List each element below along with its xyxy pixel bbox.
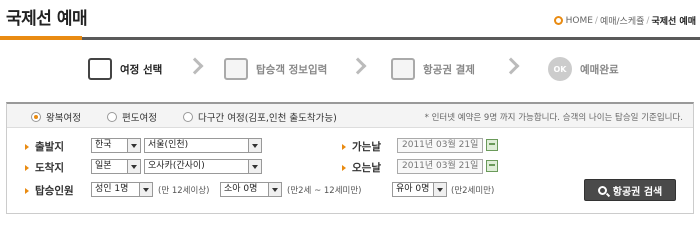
radio-round-trip[interactable]: 왕복여정	[31, 110, 81, 124]
step-payment: 항공권 결제	[391, 54, 475, 84]
route-sign-icon	[88, 58, 112, 80]
bullet-arrow-icon	[342, 143, 346, 150]
infant-count-select[interactable]: 유아 0명	[392, 182, 447, 197]
title-underline-accent	[0, 36, 82, 40]
step-label: 항공권 결제	[423, 63, 475, 76]
departure-label-text: 출발지	[35, 141, 64, 153]
chevron-down-icon	[127, 139, 140, 152]
ticket-icon	[391, 58, 415, 80]
radio-multi-city[interactable]: 다구간 여정(김포,인천 출도착가능)	[183, 110, 337, 124]
bullet-arrow-icon	[25, 164, 29, 171]
radio-dot	[183, 112, 193, 122]
child-count-value: 소아 0명	[224, 184, 258, 194]
step-label: 예매완료	[580, 63, 619, 76]
radio-dot	[31, 112, 41, 122]
return-date-label-text: 오는날	[352, 162, 381, 174]
departure-country-select[interactable]: 한국	[91, 138, 141, 153]
breadcrumb: HOME / 예매/스케쥴 / 국제선 예매	[553, 14, 696, 27]
infant-count-value: 유아 0명	[396, 184, 430, 194]
go-date-label: 가는날	[342, 139, 381, 154]
adult-count-select[interactable]: 성인 1명	[91, 182, 153, 197]
monitor-icon	[224, 58, 248, 80]
bullet-arrow-icon	[342, 164, 346, 171]
breadcrumb-booking[interactable]: 예매/스케쥴	[600, 14, 644, 27]
trip-type-bar: 왕복여정 편도여정 다구간 여정(김포,인천 출도착가능) * 인터넷 예약은 …	[7, 104, 693, 128]
bullet-arrow-icon	[25, 143, 29, 150]
child-count-select[interactable]: 소아 0명	[220, 182, 282, 197]
radio-label: 편도여정	[122, 113, 157, 124]
arrival-country-value: 일본	[95, 161, 112, 171]
booking-steps: 여정 선택 탑승객 정보입력 항공권 결제 OK 예매완료	[0, 48, 700, 90]
chevron-down-icon	[139, 183, 152, 196]
chevron-down-icon	[248, 139, 261, 152]
arrival-label-text: 도착지	[35, 162, 64, 174]
go-date-label-text: 가는날	[352, 141, 381, 153]
departure-city-value: 서울(인천)	[148, 140, 189, 150]
return-date-field[interactable]: 2011년 03월 21일	[397, 159, 483, 174]
step-label: 여정 선택	[120, 63, 163, 76]
breadcrumb-separator: /	[594, 15, 598, 26]
arrival-city-value: 오사카(간사이)	[148, 161, 205, 171]
departure-city-select[interactable]: 서울(인천)	[144, 138, 262, 153]
search-flights-button[interactable]: 항공권 검색	[584, 179, 676, 201]
step-complete: OK 예매완료	[548, 54, 619, 84]
calendar-icon[interactable]	[486, 139, 498, 151]
search-button-label: 항공권 검색	[612, 186, 663, 198]
chevron-right-icon	[502, 57, 520, 75]
breadcrumb-separator: /	[646, 15, 650, 26]
step-passenger-info: 탑승객 정보입력	[224, 54, 327, 84]
radio-label: 다구간 여정(김포,인천 출도착가능)	[198, 113, 337, 124]
chevron-down-icon	[127, 160, 140, 173]
passengers-label-text: 탑승인원	[35, 185, 74, 197]
breadcrumb-home[interactable]: HOME	[566, 16, 593, 26]
departure-country-value: 한국	[95, 140, 112, 150]
return-date-label: 오는날	[342, 160, 381, 175]
page-title: 국제선 예매	[6, 9, 88, 29]
chevron-down-icon	[268, 183, 281, 196]
calendar-icon[interactable]	[486, 160, 498, 172]
title-underline	[82, 37, 700, 40]
go-date-field[interactable]: 2011년 03월 21일	[397, 138, 483, 153]
passengers-label: 탑승인원	[25, 183, 74, 198]
bullet-arrow-icon	[25, 187, 29, 194]
arrival-city-select[interactable]: 오사카(간사이)	[144, 159, 262, 174]
arrival-country-select[interactable]: 일본	[91, 159, 141, 174]
ok-icon: OK	[548, 57, 572, 81]
chevron-right-icon	[186, 57, 204, 75]
search-icon	[597, 185, 607, 195]
step-label: 탑승객 정보입력	[256, 63, 328, 76]
chevron-down-icon	[248, 160, 261, 173]
departure-label: 출발지	[25, 139, 64, 154]
child-age-hint: (만2세 ~ 12세미만)	[287, 186, 362, 196]
booking-notice: * 인터넷 예약은 9명 까지 가능합니다. 승객의 나이는 탑승일 기준입니다…	[424, 113, 683, 123]
adult-count-value: 성인 1명	[95, 184, 129, 194]
radio-one-way[interactable]: 편도여정	[107, 110, 157, 124]
adult-age-hint: (만 12세이상)	[158, 186, 210, 196]
home-icon	[553, 16, 563, 25]
infant-age-hint: (만2세미만)	[451, 186, 495, 196]
radio-label: 왕복여정	[46, 113, 81, 124]
step-itinerary: 여정 선택	[88, 54, 162, 84]
chevron-right-icon	[349, 57, 367, 75]
radio-dot	[107, 112, 117, 122]
search-form: 왕복여정 편도여정 다구간 여정(김포,인천 출도착가능) * 인터넷 예약은 …	[6, 102, 694, 214]
arrival-label: 도착지	[25, 160, 64, 175]
chevron-down-icon	[433, 183, 446, 196]
breadcrumb-current: 국제선 예매	[651, 17, 696, 27]
